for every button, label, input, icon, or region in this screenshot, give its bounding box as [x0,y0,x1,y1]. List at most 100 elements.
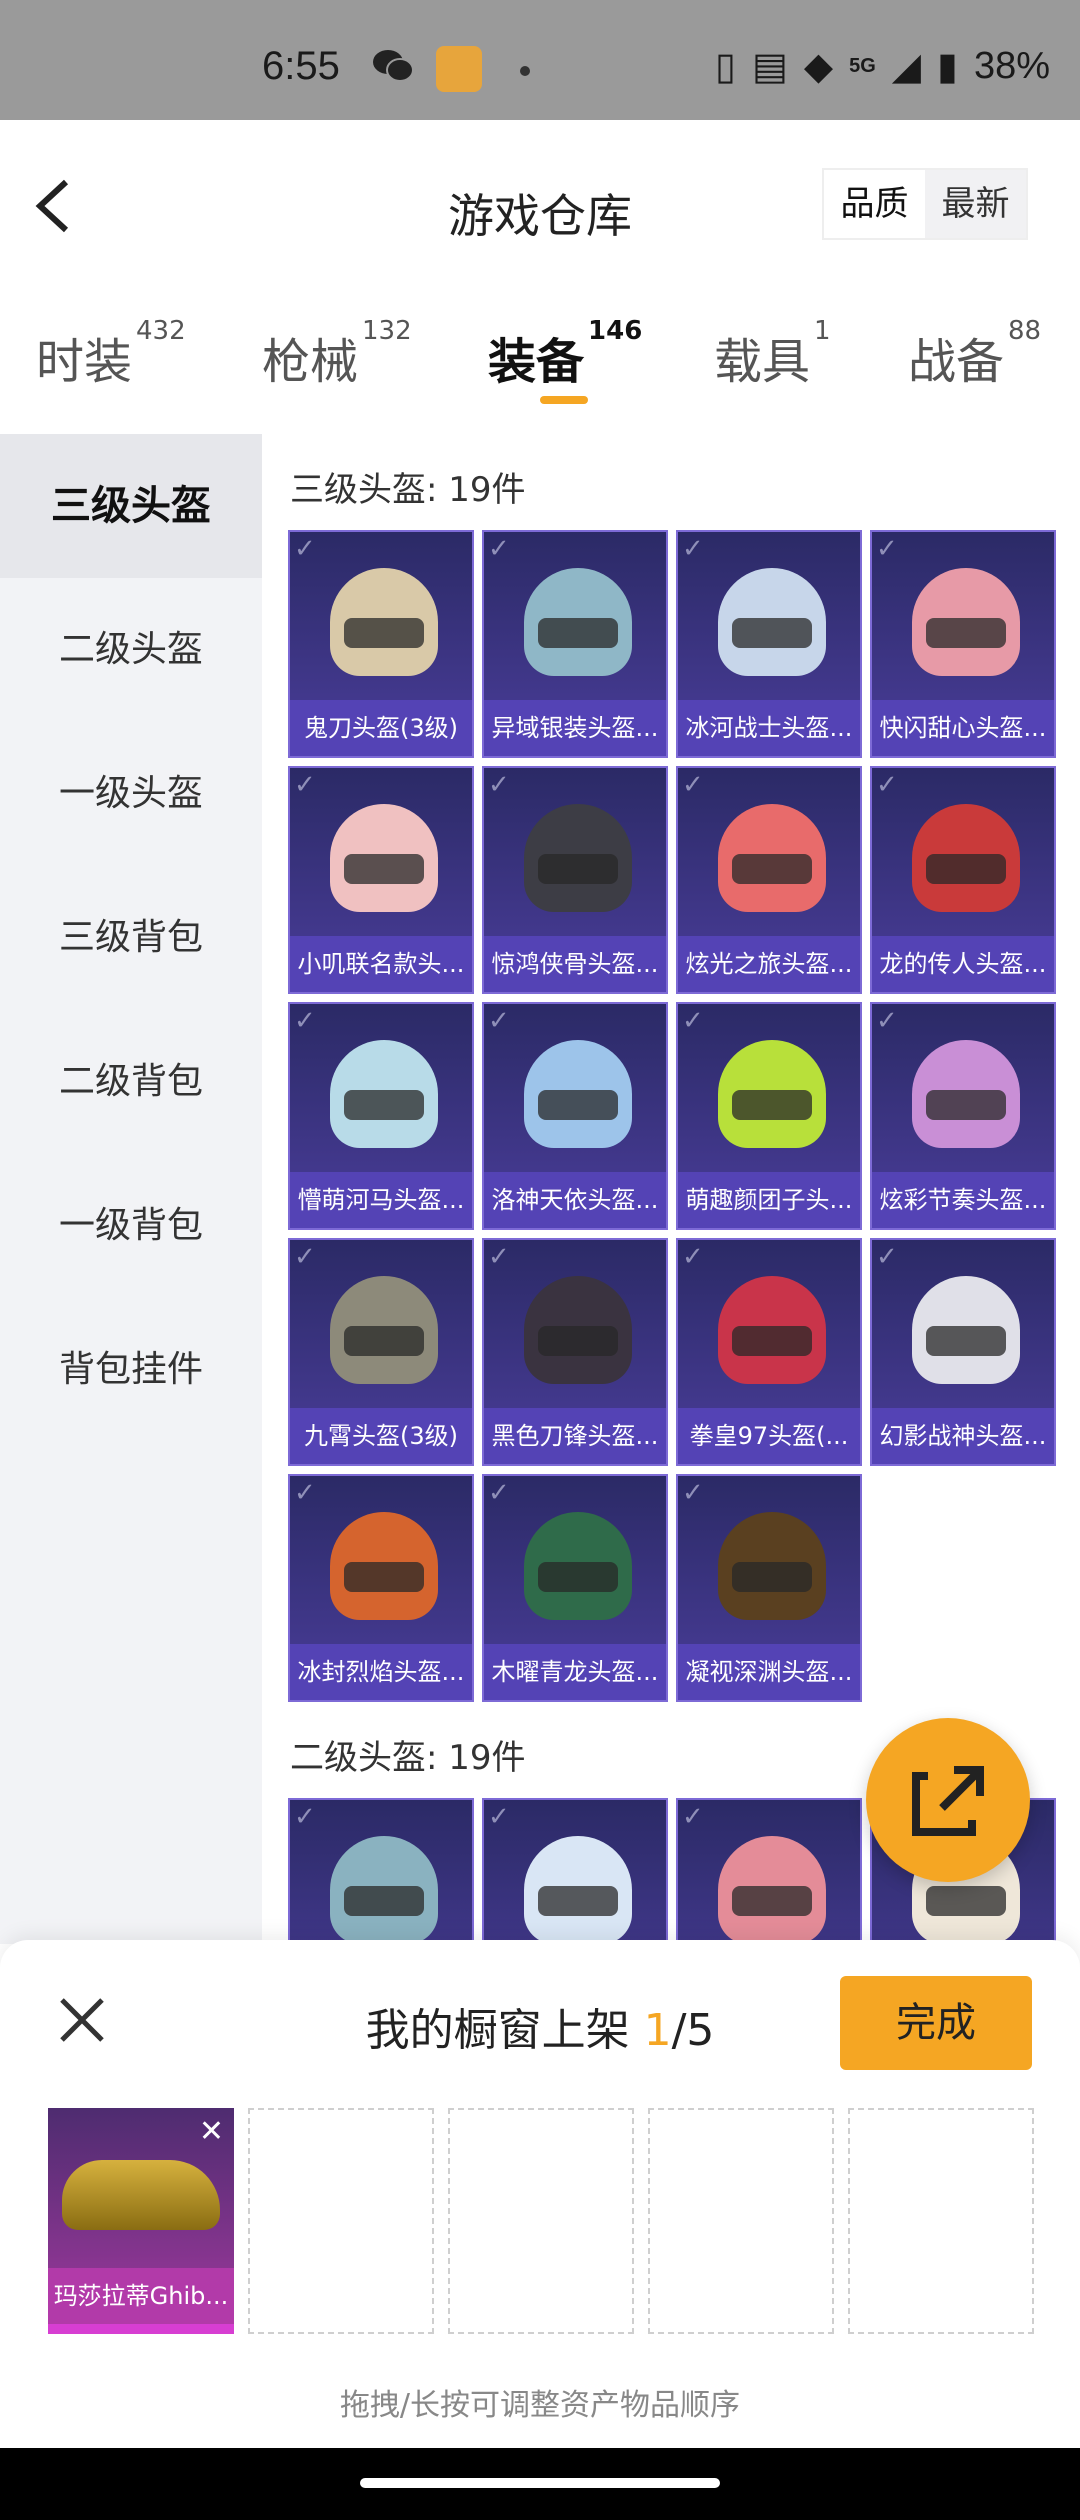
select-check-icon[interactable]: ✓ [488,1478,528,1518]
item-name: 萌趣颜团子头... [678,1172,860,1228]
select-check-icon[interactable]: ✓ [294,770,334,810]
tab-weapons[interactable]: 枪械132 [262,316,412,392]
select-check-icon[interactable]: ✓ [876,534,916,574]
item-card[interactable]: ✓ [482,1798,668,1944]
system-nav-bar [0,2448,1080,2520]
sidebar-item[interactable]: 背包挂件 [0,1298,262,1442]
showcase-slot-empty[interactable] [248,2108,434,2334]
select-check-icon[interactable]: ✓ [294,1478,334,1518]
select-check-icon[interactable]: ✓ [294,1006,334,1046]
tab-vehicles[interactable]: 载具1 [714,316,831,392]
helmet-visor [344,1562,424,1592]
item-card[interactable]: ✓ 幻影战神头盔... [870,1238,1056,1466]
item-card[interactable]: ✓ 黑色刀锋头盔... [482,1238,668,1466]
select-check-icon[interactable]: ✓ [488,1006,528,1046]
item-name: 鬼刀头盔(3级) [290,700,472,756]
helmet-visor [732,1326,812,1356]
more-notifications-icon [520,66,530,76]
item-name: 木曜青龙头盔... [484,1644,666,1700]
clock: 6:55 [262,44,340,88]
app-header: 游戏仓库 品质 最新 [0,120,1080,290]
select-check-icon[interactable]: ✓ [488,534,528,574]
item-card[interactable]: ✓ 冰河战士头盔... [676,530,862,758]
showcase-slot-empty[interactable] [648,2108,834,2334]
helmet-visor [926,618,1006,648]
helmet-visor [344,1090,424,1120]
select-check-icon[interactable]: ✓ [876,1242,916,1282]
item-name: 九霄头盔(3级) [290,1408,472,1464]
signal-icon: ◢ [891,46,922,88]
item-name: 龙的传人头盔... [872,936,1054,992]
select-check-icon[interactable]: ✓ [294,1242,334,1282]
item-card[interactable]: ✓ 龙的传人头盔... [870,766,1056,994]
sort-quality-button[interactable]: 品质 [824,170,925,238]
item-name: 快闪甜心头盔... [872,700,1054,756]
item-card[interactable]: ✓ 九霄头盔(3级) [288,1238,474,1466]
item-card[interactable]: ✓ 拳皇97头盔(... [676,1238,862,1466]
select-check-icon[interactable]: ✓ [294,1802,334,1842]
sidebar-item[interactable]: 二级背包 [0,1010,262,1154]
showcase-item-name: 玛莎拉蒂Ghib... [48,2268,234,2324]
select-check-icon[interactable]: ✓ [682,770,722,810]
helmet-visor [732,618,812,648]
item-card[interactable]: ✓ [288,1798,474,1944]
item-card[interactable]: ✓ 小叽联名款头... [288,766,474,994]
helmet-visor [538,1562,618,1592]
select-check-icon[interactable]: ✓ [488,1802,528,1842]
network-type: 5G [849,55,876,77]
sort-newest-button[interactable]: 最新 [925,170,1026,238]
helmet-visor [538,1090,618,1120]
status-right: ▯ ▤ ◆ 5G ◢ ▮ 38% [715,44,1050,89]
select-check-icon[interactable]: ✓ [682,1242,722,1282]
share-button[interactable] [866,1718,1030,1882]
showcase-count: 1 [643,2005,672,2056]
item-card[interactable]: ✓ 洛神天依头盔... [482,1002,668,1230]
item-card[interactable]: ✓ 炫光之旅头盔... [676,766,862,994]
helmet-visor [732,1886,812,1916]
item-name: 惊鸿侠骨头盔... [484,936,666,992]
remove-item-icon[interactable]: ✕ [199,2114,224,2149]
helmet-visor [344,854,424,884]
helmet-visor [926,1886,1006,1916]
select-check-icon[interactable]: ✓ [488,1242,528,1282]
select-check-icon[interactable]: ✓ [294,534,334,574]
sidebar-item[interactable]: 三级头盔 [0,434,262,578]
wechat-icon [373,50,414,82]
done-button[interactable]: 完成 [840,1976,1032,2070]
wifi-icon: ◆ [803,46,834,88]
showcase-slot-item[interactable]: ✕ 玛莎拉蒂Ghib... [48,2108,234,2334]
tab-equipment[interactable]: 装备146 [488,316,642,392]
helmet-visor [732,1562,812,1592]
home-gesture-handle[interactable] [360,2478,720,2488]
item-name: 异域银装头盔... [484,700,666,756]
select-check-icon[interactable]: ✓ [682,1006,722,1046]
select-check-icon[interactable]: ✓ [682,1478,722,1518]
sidebar-item[interactable]: 一级背包 [0,1154,262,1298]
showcase-slot-empty[interactable] [448,2108,634,2334]
item-card[interactable]: ✓ 懵萌河马头盔... [288,1002,474,1230]
showcase-slot-empty[interactable] [848,2108,1034,2334]
select-check-icon[interactable]: ✓ [682,1802,722,1842]
sidebar-item[interactable]: 三级背包 [0,866,262,1010]
tab-fashion[interactable]: 时装432 [36,316,186,392]
item-card[interactable]: ✓ 惊鸿侠骨头盔... [482,766,668,994]
reorder-hint: 拖拽/长按可调整资产物品顺序 [339,2388,741,2423]
item-card[interactable]: ✓ 鬼刀头盔(3级) [288,530,474,758]
item-card[interactable]: ✓ 快闪甜心头盔... [870,530,1056,758]
item-card[interactable]: ✓ 冰封烈焰头盔... [288,1474,474,1702]
select-check-icon[interactable]: ✓ [682,534,722,574]
item-card[interactable]: ✓ 萌趣颜团子头... [676,1002,862,1230]
select-check-icon[interactable]: ✓ [876,770,916,810]
showcase-panel: 我的橱窗上架 1/5 完成 ✕ 玛莎拉蒂Ghib... 拖拽/长按可调整资产物品… [0,1940,1080,2448]
select-check-icon[interactable]: ✓ [876,1006,916,1046]
item-card[interactable]: ✓ 炫彩节奏头盔... [870,1002,1056,1230]
sidebar-item[interactable]: 一级头盔 [0,722,262,866]
item-name: 黑色刀锋头盔... [484,1408,666,1464]
item-card[interactable]: ✓ [676,1798,862,1944]
item-card[interactable]: ✓ 异域银装头盔... [482,530,668,758]
item-card[interactable]: ✓ 凝视深渊头盔... [676,1474,862,1702]
item-card[interactable]: ✓ 木曜青龙头盔... [482,1474,668,1702]
select-check-icon[interactable]: ✓ [488,770,528,810]
sidebar-item[interactable]: 二级头盔 [0,578,262,722]
tab-supplies[interactable]: 战备88 [908,316,1041,392]
